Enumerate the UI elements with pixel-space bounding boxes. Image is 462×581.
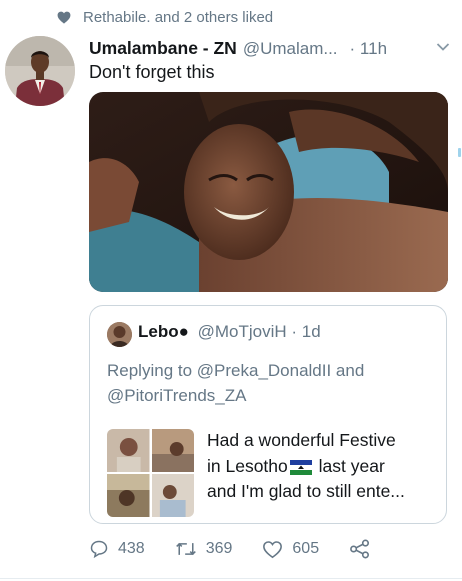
avatar-image bbox=[5, 36, 75, 106]
quoted-media-3 bbox=[107, 474, 150, 517]
quoted-text-line-3: and I'm glad to still ente... bbox=[207, 481, 405, 501]
divider bbox=[0, 578, 462, 579]
quoted-author-name[interactable]: Lebo● bbox=[138, 322, 189, 341]
share-button[interactable] bbox=[349, 539, 380, 559]
quoted-text: Had a wonderful Festive in Lesotho last … bbox=[207, 428, 437, 505]
author-name[interactable]: Umalambane - ZN bbox=[89, 38, 237, 59]
replying-line-1[interactable]: Replying to @Preka_DonaldII and bbox=[107, 358, 364, 383]
reply-button[interactable]: 438 bbox=[89, 539, 145, 559]
retweet-icon bbox=[175, 542, 196, 556]
reply-count: 438 bbox=[118, 540, 145, 557]
retweet-button[interactable]: 369 bbox=[175, 540, 233, 558]
tweet-timestamp[interactable]: · 11h bbox=[350, 39, 388, 59]
tweet-text: Don't forget this bbox=[89, 62, 215, 82]
media-image bbox=[89, 92, 448, 292]
action-bar: 438 369 605 bbox=[89, 539, 410, 559]
like-heart-icon bbox=[263, 540, 283, 558]
share-icon bbox=[350, 539, 370, 559]
like-button[interactable]: 605 bbox=[262, 540, 319, 559]
avatar[interactable] bbox=[5, 36, 75, 106]
quoted-avatar[interactable] bbox=[107, 322, 132, 347]
retweet-count: 369 bbox=[205, 540, 233, 557]
quoted-author-handle[interactable]: @MoTjoviH · 1d bbox=[198, 322, 321, 341]
quoted-media-4 bbox=[151, 474, 194, 517]
quoted-media-grid[interactable] bbox=[107, 429, 194, 517]
quoted-text-line-1: Had a wonderful Festive bbox=[207, 430, 396, 450]
chevron-down-icon[interactable] bbox=[436, 42, 450, 52]
social-context: Rethabile. and 2 others liked bbox=[57, 9, 274, 26]
reply-icon bbox=[90, 540, 108, 559]
like-count: 605 bbox=[292, 540, 320, 557]
quoted-media-2 bbox=[151, 429, 194, 472]
scroll-indicator bbox=[458, 148, 461, 157]
author-handle[interactable]: @Umalam... bbox=[243, 39, 338, 59]
tweet-header: Umalambane - ZN @Umalam... · 11h bbox=[89, 38, 450, 59]
lesotho-flag-icon bbox=[289, 459, 312, 475]
quoted-header: Lebo● @MoTjoviH · 1d bbox=[138, 322, 321, 342]
replying-line-2[interactable]: @PitoriTrends_ZA bbox=[107, 383, 364, 408]
quoted-tweet[interactable]: Lebo● @MoTjoviH · 1d Replying to @Preka_… bbox=[89, 305, 447, 524]
social-context-label: Rethabile. and 2 others liked bbox=[83, 9, 274, 26]
quoted-text-line-2: in Lesotho last year bbox=[207, 455, 385, 476]
quoted-media-1 bbox=[107, 429, 150, 472]
tweet-media[interactable] bbox=[89, 92, 448, 292]
heart-icon bbox=[57, 11, 71, 24]
replying-to: Replying to @Preka_DonaldII and @PitoriT… bbox=[107, 358, 364, 408]
